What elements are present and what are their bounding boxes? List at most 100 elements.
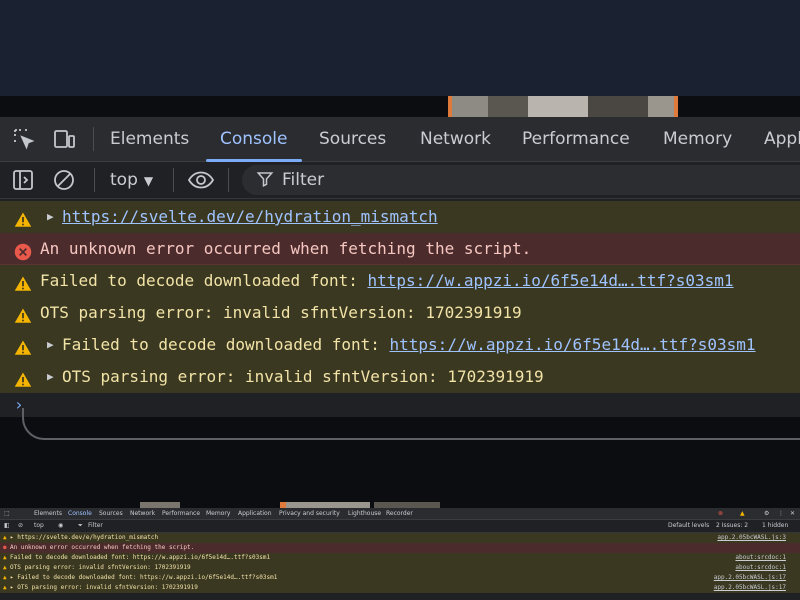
tab-application[interactable]: Appl [764,117,800,161]
console-message[interactable]: ▶ Failed to decode downloaded font: http… [0,329,800,361]
mini-error-icon: ● [3,544,7,551]
mini-message-text: ▸ https://svelte.dev/e/hydration_mismatc… [10,534,159,541]
filter-icon [256,170,274,188]
mini-message-source[interactable]: app.2.05bcWASL.js:17 [714,583,786,593]
expand-triangle-icon[interactable]: ▶ [47,361,54,392]
mini-issues-count[interactable]: 2 Issues: 2 [716,522,748,529]
mini-tab-lighthouse[interactable]: Lighthouse [348,510,381,517]
mini-default-levels[interactable]: Default levels [668,522,709,529]
message-text: OTS parsing error: invalid sfntVersion: … [40,303,522,322]
background-window-frame [22,408,800,440]
mini-tab-recorder[interactable]: Recorder [386,510,413,517]
caret-down-icon: ▼ [143,174,154,188]
mini-warning-icon: ▲ [3,564,7,571]
mini-message-source[interactable]: about:srcdoc:1 [735,553,786,563]
mini-message-source[interactable]: app.2.05bcWASL.js:3 [717,533,786,543]
console-messages: ▶ https://svelte.dev/e/hydration_mismatc… [0,201,800,393]
console-message[interactable]: Failed to decode downloaded font: https:… [0,265,800,297]
message-text: OTS parsing error: invalid sfntVersion: … [62,367,544,386]
mini-tab-memory[interactable]: Memory [206,510,230,517]
filter-placeholder: Filter [282,170,325,190]
mini-devtools-tabbar: ⬚ Elements Console Sources Network Perfo… [0,508,800,520]
mini-filter-icon: ⏷ [78,522,83,529]
mini-filter-input[interactable]: Filter [88,522,103,529]
mini-hidden-count: 1 hidden [762,522,789,529]
mini-more-icon[interactable]: ⋮ [778,510,784,517]
context-selector[interactable]: top ▼ [110,162,153,198]
mini-clear-icon[interactable]: ⊘ [18,522,23,529]
mini-console-message[interactable]: ▲ ▸ Failed to decode downloaded font: ht… [0,573,800,583]
warning-icon [14,336,32,355]
console-message[interactable]: OTS parsing error: invalid sfntVersion: … [0,297,800,329]
console-toolbar: top ▼ Filter [0,162,800,199]
mini-error-count-icon[interactable]: ⊗ [718,510,723,517]
mini-warning-icon: ▲ [3,554,7,561]
toolbar-divider [94,168,95,192]
mini-console-message[interactable]: ▲ ▸ https://svelte.dev/e/hydration_misma… [0,533,800,543]
mini-context-selector[interactable]: top [34,522,44,529]
mini-console-message[interactable]: ▲ ▸ OTS parsing error: invalid sfntVersi… [0,583,800,593]
mini-warning-icon: ▲ [3,534,7,541]
mini-warning-icon: ▲ [3,584,7,591]
toolbar-divider [173,168,174,192]
tab-console[interactable]: Console [206,117,301,162]
warning-icon [14,208,32,227]
message-text: Failed to decode downloaded font: [40,271,368,290]
mini-console-message[interactable]: ▲ Failed to decode downloaded font: http… [0,553,800,563]
mini-warning-count-icon[interactable]: ▲ [740,510,745,517]
console-message[interactable]: An unknown error occurred when fetching … [0,233,800,265]
mini-message-text: An unknown error occurred when fetching … [10,544,195,551]
tabbar-divider [93,127,94,151]
mini-eye-icon[interactable]: ◉ [58,522,63,529]
filter-input[interactable]: Filter [242,165,800,195]
mini-message-text: OTS parsing error: invalid sfntVersion: … [10,564,191,571]
tab-network[interactable]: Network [420,117,491,161]
mini-console-toolbar: ◧ ⊘ top ◉ ⏷ Filter Default levels 2 Issu… [0,520,800,533]
console-message[interactable]: ▶ OTS parsing error: invalid sfntVersion… [0,361,800,393]
message-text: Failed to decode downloaded font: [62,335,390,354]
warning-icon [14,304,32,323]
mini-sidebar-icon[interactable]: ◧ [4,522,10,529]
message-link[interactable]: https://w.appzi.io/6f5e14d….ttf?s03sm1 [390,335,756,354]
tab-sources[interactable]: Sources [319,117,386,161]
mini-inspect-icon[interactable]: ⬚ [4,510,10,517]
tab-elements[interactable]: Elements [110,117,189,161]
clear-console-icon[interactable] [52,168,76,192]
message-link[interactable]: https://svelte.dev/e/hydration_mismatch [62,207,438,226]
page-background-header [0,0,800,96]
mini-tab-privacy[interactable]: Privacy and security [279,510,340,517]
tab-performance[interactable]: Performance [522,117,630,161]
message-text: An unknown error occurred when fetching … [40,239,532,258]
mini-message-text: ▸ OTS parsing error: invalid sfntVersion… [10,584,198,591]
mini-console-message[interactable]: ● An unknown error occurred when fetchin… [0,543,800,553]
warning-icon [14,272,32,291]
mini-tab-sources[interactable]: Sources [99,510,123,517]
devtools-panel: Elements Console Sources Network Perform… [0,117,800,417]
mini-message-source[interactable]: app.2.05bcWASL.js:17 [714,573,786,583]
mini-message-source[interactable]: about:srcdoc:1 [735,563,786,573]
console-message[interactable]: ▶ https://svelte.dev/e/hydration_mismatc… [0,201,800,233]
devtools-tabbar: Elements Console Sources Network Perform… [0,117,800,162]
sidebar-toggle-icon[interactable] [11,168,35,192]
mini-tab-elements[interactable]: Elements [34,510,62,517]
expand-triangle-icon[interactable]: ▶ [47,329,54,360]
mini-tab-application[interactable]: Application [238,510,272,517]
eye-icon[interactable] [187,168,215,192]
inspect-element-icon[interactable] [12,127,36,151]
message-link[interactable]: https://w.appzi.io/6f5e14d….ttf?s03sm1 [368,271,734,290]
mini-tab-network[interactable]: Network [130,510,155,517]
mini-devtools-panel: ⬚ Elements Console Sources Network Perfo… [0,508,800,600]
expand-triangle-icon[interactable]: ▶ [47,201,54,232]
mini-warning-icon: ▲ [3,574,7,581]
mini-console-message[interactable]: ▲ OTS parsing error: invalid sfntVersion… [0,563,800,573]
mini-tab-performance[interactable]: Performance [162,510,200,517]
mini-settings-icon[interactable]: ⚙ [764,510,769,517]
mini-close-icon[interactable]: ✕ [790,510,795,517]
tab-memory[interactable]: Memory [663,117,732,161]
device-toolbar-icon[interactable] [52,127,76,151]
mini-tab-console[interactable]: Console [68,510,92,517]
warning-icon [14,368,32,387]
mini-message-text: ▸ Failed to decode downloaded font: http… [10,574,278,581]
mini-message-text: Failed to decode downloaded font: https:… [10,554,271,561]
context-selector-label: top [110,170,138,190]
